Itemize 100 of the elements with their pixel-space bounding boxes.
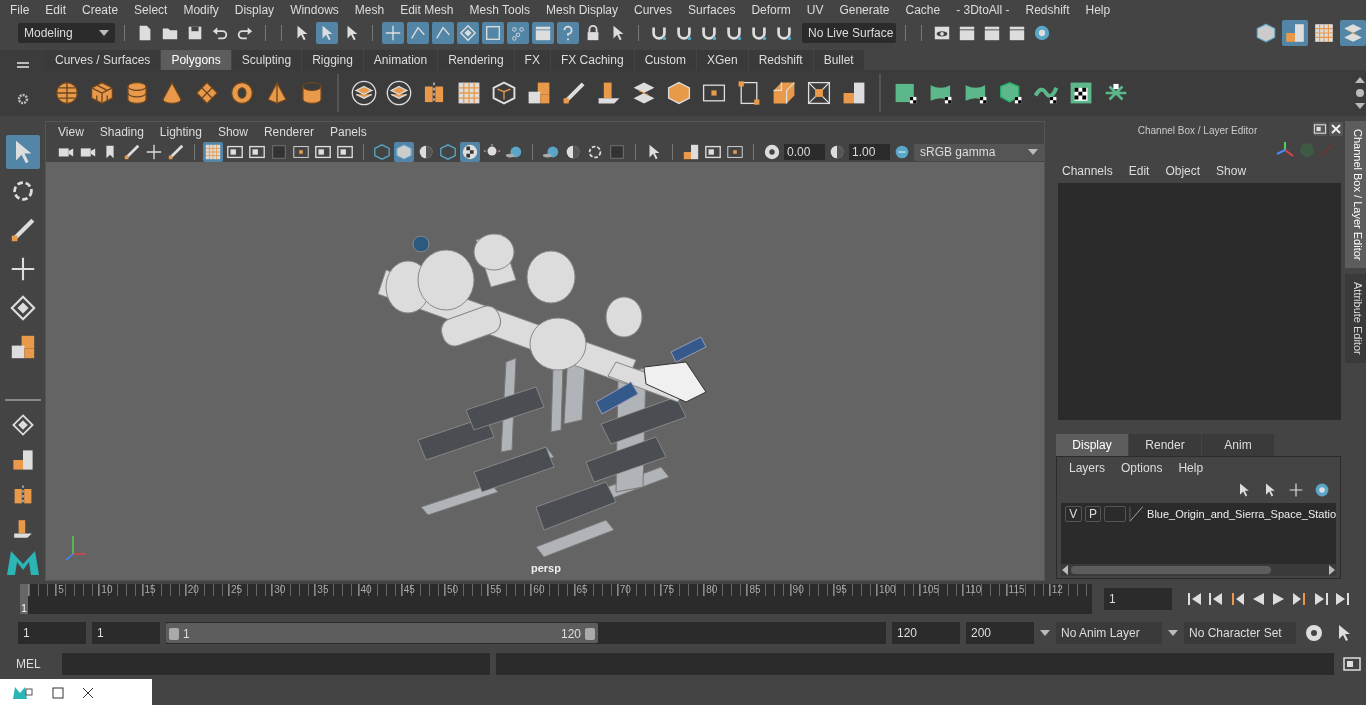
dots-icon[interactable] [507,21,529,44]
menu-item[interactable]: Edit Mesh [392,3,462,17]
channel-menu[interactable]: Edit [1120,164,1158,178]
layer-name[interactable]: Blue_Origin_and_Sierra_Space_Statio [1147,508,1336,520]
side-tab[interactable]: Attribute Editor [1345,274,1366,364]
scroll-arrows-icon[interactable] [1354,75,1366,111]
menu-item[interactable]: File [2,3,38,17]
panel-menu[interactable]: Renderer [255,125,322,139]
exposure-icon[interactable] [762,142,782,162]
menu-item[interactable]: Mesh [346,3,393,17]
shelf-tab[interactable]: XGen [696,50,748,70]
step-back-key-icon[interactable] [1207,590,1225,607]
step-forward-icon[interactable] [1312,590,1330,607]
shelf-tab[interactable]: FX Caching [550,50,634,70]
layers-icon[interactable] [1340,19,1366,46]
side-tab[interactable]: Channel Box / Layer Editor [1345,121,1366,269]
playback-toggle[interactable]: P [1084,506,1102,522]
go-to-start-icon[interactable] [1186,590,1204,607]
maximize-icon[interactable] [52,686,64,699]
panel-menu[interactable]: View [50,125,92,139]
menu-item[interactable]: UV [798,3,832,17]
menu-item[interactable]: Modify [175,3,227,17]
visibility-toggle[interactable]: V [1065,506,1082,522]
range-bar[interactable] [166,622,598,643]
menu-item[interactable]: Generate [831,3,898,17]
channel-menu[interactable]: Show [1208,164,1255,178]
menu-item[interactable]: Redshift [1017,3,1078,17]
shelf-tab[interactable]: Rendering [438,50,514,70]
menu-item[interactable]: Edit [37,3,75,17]
command-language-label[interactable]: MEL [16,657,56,671]
time-slider[interactable]: 1 5 10 15 20 25 30 35 40 45 50 55 60 65 70 75 80 85 90 95 100 105 110 115 12 [20,583,1092,614]
axes-icon[interactable] [1275,140,1295,160]
display-type-toggle[interactable] [1104,506,1127,522]
shelf-tab[interactable]: Animation [363,50,438,70]
current-frame-field[interactable]: 1 [1104,587,1172,610]
shelf-tab[interactable]: Bullet [813,50,864,70]
panel-menu[interactable]: Show [209,125,256,139]
shelf-tab[interactable]: Rigging [302,50,363,70]
menu-item[interactable]: Surfaces [680,3,744,17]
select-icon[interactable] [316,21,338,44]
scroll-right-icon[interactable] [1328,565,1336,575]
shelf-tab[interactable]: Sculpting [231,50,302,70]
gamma-field[interactable]: 1.00 [849,144,891,160]
menu-item[interactable]: Cache [897,3,949,17]
start-time-field[interactable]: 1 [18,621,86,644]
channel-menu[interactable]: Channels [1054,164,1121,178]
anim-layer-dropdown[interactable]: No Anim Layer [1056,621,1162,644]
color-swatch-icon[interactable] [1129,505,1145,523]
layer-menu[interactable]: Help [1170,461,1212,475]
curve-icon[interactable] [432,21,454,44]
layer-menu[interactable]: Layers [1061,461,1114,475]
shelf-tab[interactable]: Custom [634,50,696,70]
menu-item[interactable]: Deform [743,3,799,17]
shelf-tab[interactable]: Curves / Surfaces [45,50,161,70]
menu-item[interactable]: - 3DtoAll - [948,3,1018,17]
panel-menu[interactable]: Shading [91,125,152,139]
panel-menu[interactable]: Lighting [151,125,210,139]
menu-item[interactable]: Display [226,3,283,17]
color-space-dropdown[interactable]: sRGB gamma [914,143,1044,161]
square-icon[interactable] [482,21,504,44]
menu-item[interactable]: Select [126,3,176,17]
menu-item[interactable]: Curves [626,3,681,17]
exposure-field[interactable]: 0.00 [784,144,825,160]
select-tool-icon[interactable] [5,135,40,169]
brush-icon[interactable] [166,142,186,162]
menu-icon[interactable] [16,61,29,70]
settings-icon[interactable] [16,92,29,105]
current-frame-marker[interactable]: 1 [20,583,28,614]
wire-on-shaded-icon[interactable] [438,142,458,162]
wireframe-cube-icon[interactable] [372,142,392,162]
plus-icon[interactable] [382,21,404,44]
shelf-tab[interactable]: Redshift [748,50,813,70]
go-to-end-icon[interactable] [1333,590,1351,607]
menu-item[interactable]: Mesh Display [538,3,627,17]
close-icon[interactable] [82,686,94,699]
menu-set-dropdown[interactable]: Modeling [18,22,115,43]
playback-start-field[interactable]: 1 [92,621,160,644]
menu-item[interactable]: Create [74,3,127,17]
scroll-left-icon[interactable] [1061,565,1069,575]
layer-menu[interactable]: Options [1113,461,1171,475]
float-icon[interactable] [1313,122,1327,136]
menu-item[interactable]: Mesh Tools [461,3,538,17]
panel-menu[interactable]: Panels [321,125,375,139]
menu-item[interactable]: Windows [282,3,347,17]
checker-icon[interactable] [460,142,480,162]
range-slider-track[interactable]: 1 120 [166,621,886,644]
range-end-handle[interactable] [585,627,595,640]
layer-tab[interactable]: Anim [1202,434,1274,456]
character-set-dropdown[interactable]: No Character Set [1184,621,1296,644]
range-start-handle[interactable] [169,627,179,640]
command-input[interactable] [62,653,490,675]
diamond-icon[interactable] [457,21,479,44]
end-time-field[interactable]: 200 [966,621,1034,644]
clapper-icon[interactable] [532,21,554,44]
layer-tab[interactable]: Display [1056,434,1128,456]
move-icon[interactable] [144,142,164,162]
channel-menu[interactable]: Object [1157,164,1209,178]
question-icon[interactable] [557,21,579,44]
shelf-tab[interactable]: Polygons [161,50,231,70]
curve-icon[interactable] [407,21,429,44]
